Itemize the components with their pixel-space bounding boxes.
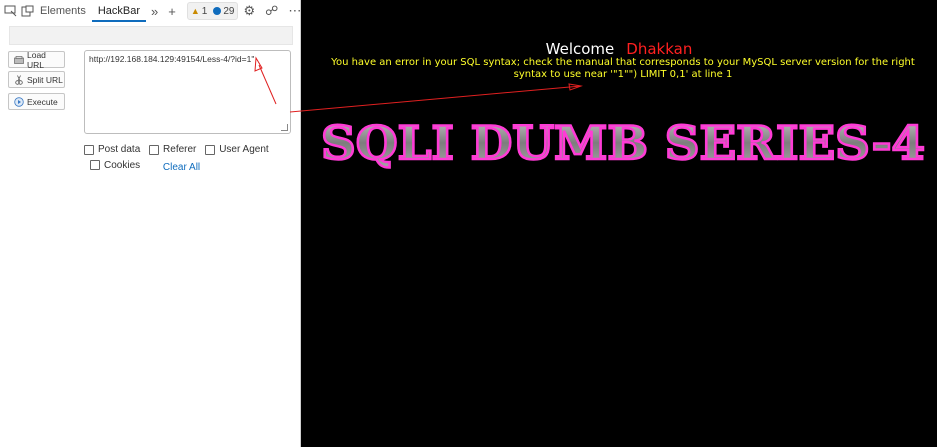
hackbar-options: Post data Referer User Agent Cookies Cle…	[84, 144, 275, 173]
execute-button[interactable]: Execute	[8, 93, 65, 110]
issue-dot-icon	[213, 7, 222, 15]
execute-icon	[14, 96, 24, 107]
device-icon[interactable]	[21, 3, 34, 19]
gear-icon[interactable]: ⚙	[243, 3, 255, 19]
banner-image: SQLI DUMB SERIES-4	[320, 115, 927, 171]
split-url-icon	[14, 74, 24, 85]
user-agent-checkbox[interactable]	[205, 144, 216, 155]
split-url-button[interactable]: Split URL	[8, 71, 65, 88]
url-textarea[interactable]: http://192.168.184.129:49154/Less-4/?id=…	[84, 50, 291, 134]
split-url-label: Split URL	[27, 74, 63, 85]
issues-badge[interactable]: ▲ 1 29	[186, 2, 239, 20]
referer-label: Referer	[163, 144, 197, 155]
more-icon[interactable]: ⋯	[288, 3, 301, 19]
user-name: Dhakkan	[626, 40, 693, 58]
plus-icon[interactable]: +	[168, 4, 176, 19]
welcome-line: Welcome Dhakkan	[301, 40, 937, 58]
post-data-checkbox[interactable]	[84, 144, 94, 155]
load-url-button[interactable]: Load URL	[8, 49, 65, 70]
load-url-label: Load URL	[27, 49, 46, 70]
devtools-tabbar: Elements HackBar » + ▲ 1 29 ⚙ ☍ ⋯ ✕	[0, 0, 322, 22]
devtools-panel: Elements HackBar » + ▲ 1 29 ⚙ ☍ ⋯ ✕ Load…	[0, 0, 322, 447]
referer-option[interactable]: Referer	[149, 144, 196, 155]
execute-label: Execute	[27, 96, 58, 107]
user-agent-option[interactable]: User Agent	[205, 144, 269, 155]
banner-text: SQLI DUMB SERIES-4	[321, 116, 925, 170]
load-url-icon	[14, 55, 24, 65]
sql-error-message: You have an error in your SQL syntax; ch…	[331, 57, 915, 80]
resize-grip-icon[interactable]	[281, 124, 288, 131]
connection-icon[interactable]: ☍	[265, 3, 278, 19]
post-data-option[interactable]: Post data	[84, 144, 140, 155]
tab-elements[interactable]: Elements	[34, 0, 92, 22]
clear-all-link[interactable]: Clear All	[163, 162, 200, 173]
referer-checkbox[interactable]	[149, 144, 160, 155]
tab-hackbar[interactable]: HackBar	[91, 0, 147, 22]
url-value: http://192.168.184.129:49154/Less-4/?id=…	[89, 54, 255, 64]
user-agent-label: User Agent	[219, 144, 269, 155]
chevron-double-right-icon[interactable]: »	[151, 4, 158, 19]
warnings-count: 1	[201, 5, 208, 17]
hackbar-toolbar	[9, 26, 293, 45]
warning-icon: ▲	[190, 6, 200, 16]
welcome-text: Welcome	[545, 40, 615, 58]
inspect-icon[interactable]	[4, 3, 17, 19]
web-page: Welcome Dhakkan You have an error in your…	[301, 0, 937, 447]
cookies-option[interactable]: Cookies	[90, 160, 140, 171]
cookies-checkbox[interactable]	[90, 160, 100, 170]
post-data-label: Post data	[98, 144, 141, 155]
cookies-label: Cookies	[104, 159, 141, 171]
issues-count: 29	[223, 5, 235, 17]
